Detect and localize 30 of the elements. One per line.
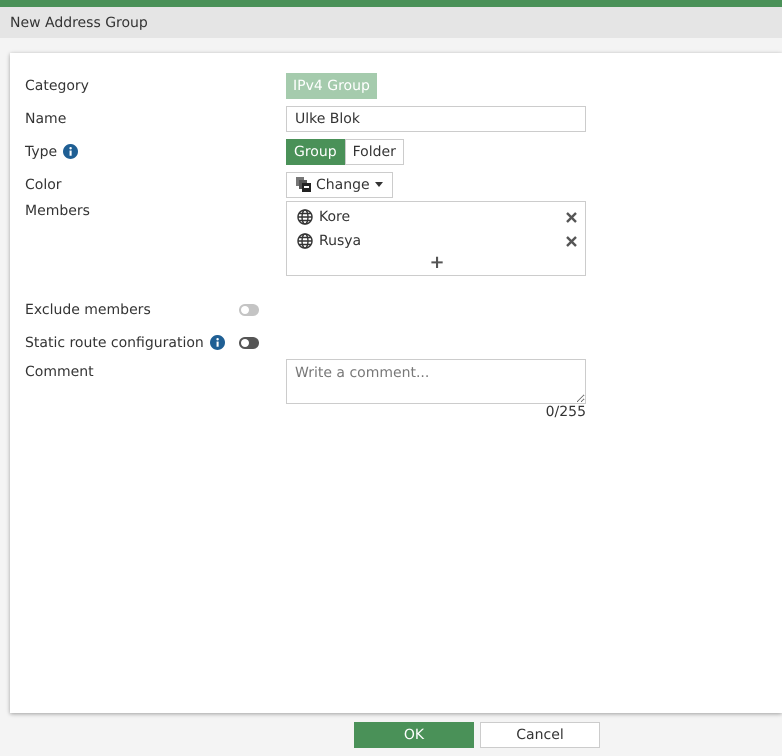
cancel-button[interactable]: Cancel bbox=[480, 722, 600, 748]
type-option[interactable]: Folder bbox=[344, 138, 404, 164]
close-icon[interactable] bbox=[566, 212, 577, 222]
info-icon[interactable] bbox=[63, 144, 78, 159]
field-label: Category bbox=[25, 78, 89, 94]
color-swatch-icon bbox=[296, 177, 311, 192]
field-label: Type bbox=[25, 144, 58, 160]
change-color-button[interactable]: Change bbox=[286, 172, 393, 198]
member-name: Rusya bbox=[319, 233, 362, 249]
close-icon[interactable] bbox=[566, 236, 577, 246]
type-option[interactable]: Group bbox=[286, 138, 345, 164]
window-title: New Address Group bbox=[10, 14, 148, 30]
caret-icon bbox=[374, 182, 383, 187]
add-member-button[interactable]: + bbox=[429, 253, 445, 273]
name-field[interactable]: Ulke Blok bbox=[286, 106, 586, 132]
member-name: Kore bbox=[319, 209, 352, 225]
character-counter: 0/255 bbox=[546, 404, 586, 420]
field-label: Members bbox=[25, 203, 90, 219]
field-label: Static route configuration bbox=[25, 334, 204, 350]
globe-icon bbox=[297, 233, 313, 249]
field-label: Color bbox=[25, 176, 62, 192]
info-icon[interactable] bbox=[210, 335, 225, 350]
field-label: Name bbox=[25, 110, 66, 126]
category-badge: IPv4 Group bbox=[286, 72, 377, 98]
globe-icon bbox=[297, 209, 313, 225]
field-label: Comment bbox=[25, 364, 94, 380]
field-label: Exclude members bbox=[25, 302, 151, 318]
comment-field[interactable]: Write a comment... bbox=[286, 359, 586, 404]
toggle-switch[interactable] bbox=[239, 336, 259, 348]
ok-button[interactable]: OK bbox=[354, 722, 474, 748]
